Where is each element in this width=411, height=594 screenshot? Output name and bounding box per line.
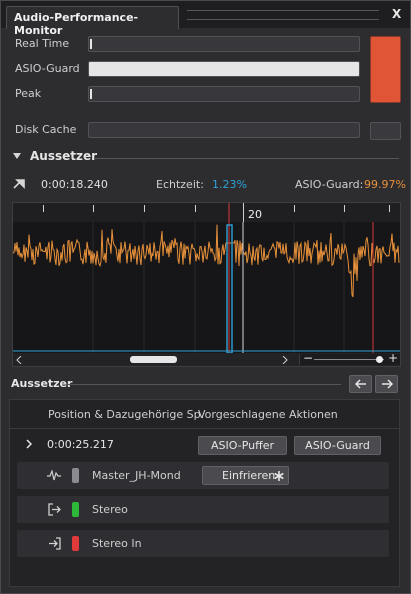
output-color-swatch xyxy=(72,502,79,517)
asioguard-waveform xyxy=(13,224,400,298)
asioguard-stat-label: ASIO-Guard: xyxy=(295,178,364,191)
asio-buffer-button[interactable]: ASIO-Puffer xyxy=(198,436,287,455)
collapse-section-button[interactable] xyxy=(12,151,22,164)
arrow-right-icon xyxy=(381,379,393,389)
dropouts-list-title: Aussetzer xyxy=(11,377,73,390)
header-divider xyxy=(10,428,399,429)
scroll-thumb[interactable] xyxy=(130,356,177,363)
realtime-meter xyxy=(88,36,360,52)
prev-dropout-button[interactable] xyxy=(349,375,372,393)
realtime-label: Real Time xyxy=(15,37,70,50)
chevron-down-icon xyxy=(13,153,21,159)
output-name: Stereo xyxy=(92,503,128,516)
list-divider xyxy=(67,384,341,385)
asioguard-stat-value: 99.97% xyxy=(364,178,406,191)
asioguard-label: ASIO-Guard xyxy=(15,62,80,75)
zoom-out-icon[interactable]: − xyxy=(303,351,313,365)
zoom-control: − + xyxy=(299,351,400,365)
dropouts-section-title: Aussetzer xyxy=(30,149,98,163)
input-color-swatch xyxy=(72,536,79,551)
track-name: Master_JH-Mond xyxy=(92,469,181,482)
output-icon xyxy=(48,503,61,516)
zoom-slider[interactable] xyxy=(314,359,384,360)
realtime-meter-level xyxy=(90,39,92,49)
peak-label: Peak xyxy=(15,87,42,100)
chevron-right-icon[interactable] xyxy=(26,439,32,449)
title-bar: Audio-Performance-Monitor X xyxy=(1,1,410,37)
horizontal-scrollbar[interactable]: − + xyxy=(13,351,400,366)
asterisk-icon xyxy=(274,471,284,481)
overload-indicator[interactable] xyxy=(370,36,401,103)
scroll-left-icon[interactable] xyxy=(16,356,22,364)
freeze-button[interactable]: Einfrieren xyxy=(202,466,289,485)
dropout-time: 0:00:18.240 xyxy=(41,178,108,191)
app-window: Audio-Performance-Monitor X Real Time AS… xyxy=(0,0,411,594)
locate-button[interactable] xyxy=(13,178,27,193)
drag-grip[interactable] xyxy=(187,10,379,20)
list-row-input[interactable]: Stereo In xyxy=(17,530,389,557)
input-name: Stereo In xyxy=(92,537,142,550)
diskcache-overload-indicator[interactable] xyxy=(370,122,401,140)
entry-time: 0:00:25.217 xyxy=(47,438,114,451)
zoom-in-icon[interactable]: + xyxy=(388,351,398,365)
peak-meter xyxy=(88,86,360,102)
input-icon xyxy=(49,537,61,550)
zoom-slider-handle[interactable] xyxy=(376,356,383,363)
column-header-position: Position & Dazugehörige Sp. xyxy=(48,408,205,421)
scroll-right-icon[interactable] xyxy=(282,356,288,364)
track-color-swatch xyxy=(72,468,79,483)
asio-guard-button[interactable]: ASIO-Guard xyxy=(294,436,381,455)
realtime-stat-label: Echtzeit: xyxy=(156,178,204,191)
next-dropout-button[interactable] xyxy=(375,375,398,393)
freeze-label: Einfrieren xyxy=(222,469,276,482)
diskcache-label: Disk Cache xyxy=(15,123,77,136)
peak-meter-level xyxy=(90,89,92,99)
waveform-icon xyxy=(47,470,61,481)
graph-canvas xyxy=(13,203,400,353)
dropouts-list: Position & Dazugehörige Sp. Vorgeschlage… xyxy=(9,399,400,587)
performance-graph[interactable]: 20 − + xyxy=(12,202,401,367)
list-row-output[interactable]: Stereo xyxy=(17,496,389,523)
window-tab[interactable]: Audio-Performance-Monitor xyxy=(6,6,179,37)
window-title: Audio-Performance-Monitor xyxy=(14,11,139,37)
realtime-stat-value: 1.23% xyxy=(212,178,247,191)
asioguard-meter xyxy=(88,61,360,77)
column-header-actions: Vorgeschlagene Aktionen xyxy=(198,408,338,421)
asioguard-meter-fill xyxy=(89,62,359,76)
list-row-track[interactable]: Master_JH-Mond Einfrieren xyxy=(17,462,389,489)
diskcache-meter xyxy=(88,122,360,138)
close-button[interactable]: X xyxy=(392,7,401,21)
playhead-icon xyxy=(13,179,25,189)
arrow-left-icon xyxy=(354,379,366,389)
section-divider xyxy=(95,158,399,159)
